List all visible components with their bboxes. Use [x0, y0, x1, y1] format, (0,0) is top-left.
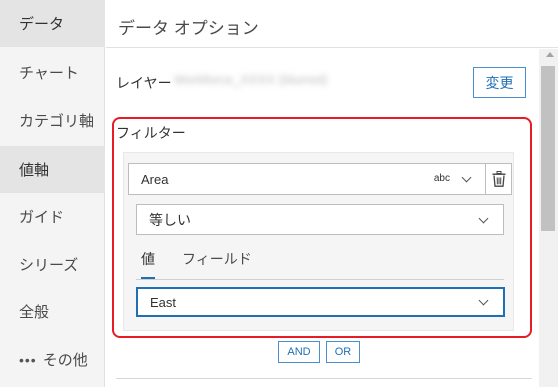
field-select[interactable]: Area abc	[128, 163, 487, 195]
sidebar-item-label: ガイド	[19, 209, 65, 226]
panel-header: データ オプション	[106, 0, 558, 48]
sidebar-item-series[interactable]: シリーズ	[0, 241, 105, 288]
sidebar-item-label: シリーズ	[19, 257, 79, 274]
value-select-value: East	[150, 294, 177, 310]
sidebar-item-label: 全般	[19, 304, 50, 321]
sidebar-item-label: チャート	[19, 65, 79, 82]
sidebar-item-chart[interactable]: チャート	[0, 49, 105, 96]
sidebar-item-general[interactable]: 全般	[0, 288, 105, 335]
scroll-up-arrow-icon[interactable]	[546, 52, 554, 57]
data-options-panel: データ オプション レイヤー Workforce_XXXX (blurred) …	[106, 0, 558, 387]
chevron-down-icon	[478, 295, 489, 306]
add-or-clause-button[interactable]: OR	[326, 341, 360, 363]
sidebar: データ チャート カテゴリ軸 値軸 ガイド シリーズ 全般 ••• その他	[0, 0, 105, 387]
tab-value[interactable]: 値	[141, 249, 155, 279]
sidebar-item-label: 値軸	[19, 162, 50, 179]
sidebar-item-value-axis[interactable]: 値軸	[0, 146, 105, 193]
field-select-value: Area	[141, 171, 169, 187]
chevron-down-icon	[461, 172, 472, 183]
delete-filter-button[interactable]	[485, 163, 512, 195]
operator-select[interactable]: 等しい	[136, 204, 504, 235]
scrollbar-thumb[interactable]	[541, 66, 555, 231]
divider	[116, 378, 532, 379]
add-and-clause-button[interactable]: AND	[278, 341, 320, 363]
sidebar-item-data[interactable]: データ	[0, 0, 105, 47]
layer-label: レイヤー	[116, 75, 172, 91]
sidebar-item-category-axis[interactable]: カテゴリ軸	[0, 97, 105, 144]
filter-section-title: フィルター	[116, 125, 186, 141]
sidebar-item-label: その他	[42, 352, 88, 369]
operator-select-value: 等しい	[149, 211, 191, 228]
more-horizontal-icon: •••	[19, 351, 37, 368]
sidebar-item-label: データ	[19, 16, 65, 33]
value-select[interactable]: East	[136, 287, 505, 317]
sidebar-item-other[interactable]: ••• その他	[0, 336, 105, 383]
tab-field[interactable]: フィールド	[182, 249, 252, 279]
layer-name-value: Workforce_XXXX (blurred)	[174, 72, 328, 87]
value-source-tabs: 値 フィールド	[136, 245, 504, 280]
sidebar-item-guide[interactable]: ガイド	[0, 193, 105, 240]
sidebar-item-label: カテゴリ軸	[19, 113, 95, 130]
panel-title: データ オプション	[118, 19, 259, 38]
change-layer-button[interactable]: 変更	[473, 67, 526, 98]
chevron-down-icon	[478, 213, 489, 224]
trash-icon	[492, 171, 505, 187]
string-type-badge: abc	[433, 173, 450, 184]
